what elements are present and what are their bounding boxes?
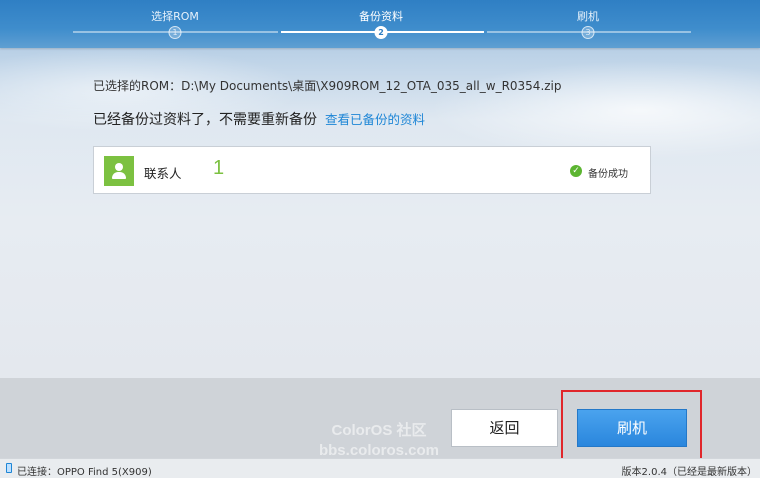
check-circle-icon: ✓ <box>570 165 582 177</box>
backup-item-contacts: 联系人 1 ✓ 备份成功 <box>93 146 651 194</box>
back-button[interactable]: 返回 <box>451 409 558 447</box>
phone-icon <box>6 463 12 473</box>
step-label-backup: 备份资料 <box>359 10 403 23</box>
contact-icon <box>104 156 134 186</box>
watermark: ColorOS 社区 bbs.coloros.com <box>304 421 454 461</box>
step-header: 选择ROM 备份资料 刷机 1 2 3 <box>0 0 760 48</box>
backup-notice: 已经备份过资料了，不需要重新备份 查看已备份的资料 <box>93 109 425 129</box>
backup-status: 备份成功 <box>588 169 628 180</box>
step-label-select-rom: 选择ROM <box>151 10 199 23</box>
step-label-flash: 刷机 <box>577 10 599 23</box>
status-bar: 已连接：OPPO Find 5(X909) 版本2.0.4（已经是最新版本） <box>0 458 760 478</box>
step-dot-3: 3 <box>581 26 595 39</box>
connection-status: 已连接：OPPO Find 5(X909) <box>17 467 152 478</box>
selected-rom-path: 已选择的ROM：D:\My Documents\桌面\X909ROM_12_OT… <box>93 79 562 93</box>
step-dot-2: 2 <box>374 26 388 39</box>
view-backup-link[interactable]: 查看已备份的资料 <box>325 112 425 127</box>
contact-label: 联系人 <box>144 166 182 181</box>
backup-message: 已经备份过资料了，不需要重新备份 <box>93 112 317 128</box>
contact-count: 1 <box>213 157 225 179</box>
step-dot-1: 1 <box>168 26 182 39</box>
watermark-line1: ColorOS 社区 <box>331 422 427 439</box>
version-info: 版本2.0.4（已经是最新版本） <box>621 467 757 478</box>
highlight-annotation <box>561 390 702 460</box>
